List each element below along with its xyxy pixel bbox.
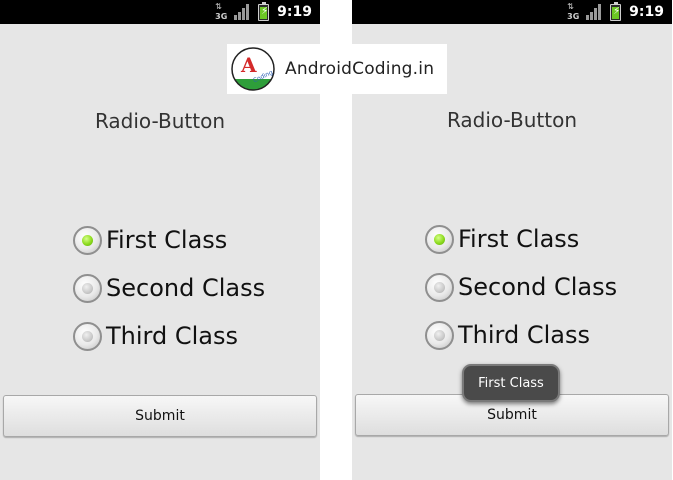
signal-icon: [586, 4, 602, 20]
status-icons: ⇅ 3G ⚡ 9:19: [214, 0, 312, 24]
signal-icon: [234, 4, 250, 20]
radio-option-third-class[interactable]: Third Class: [73, 312, 313, 360]
status-time: 9:19: [629, 4, 664, 20]
status-icons: ⇅ 3G ⚡ 9:19: [566, 0, 664, 24]
radio-button-icon[interactable]: [425, 272, 454, 302]
radio-option-second-class[interactable]: Second Class: [73, 264, 313, 312]
radio-button-checked-icon[interactable]: [73, 225, 102, 255]
radio-option-first-class[interactable]: First Class: [73, 216, 313, 264]
radio-label[interactable]: Third Class: [106, 322, 238, 350]
radio-label[interactable]: First Class: [458, 225, 579, 253]
radio-label[interactable]: Second Class: [458, 273, 617, 301]
page-title: Radio-Button: [446, 108, 578, 132]
radio-button-checked-icon[interactable]: [425, 224, 454, 254]
toast-message: First Class: [462, 364, 560, 402]
watermark: A Coding AndroidCoding.in: [227, 44, 447, 94]
radio-option-second-class[interactable]: Second Class: [425, 263, 665, 311]
watermark-text: AndroidCoding.in: [285, 59, 435, 79]
battery-charging-icon: ⚡: [610, 1, 622, 21]
radio-label[interactable]: Second Class: [106, 274, 265, 302]
radio-label[interactable]: Third Class: [458, 321, 590, 349]
radio-button-icon[interactable]: [73, 321, 102, 351]
androidcoding-logo-icon: A Coding: [231, 47, 275, 91]
battery-charging-icon: ⚡: [258, 1, 270, 21]
network-3g-icon: ⇅ 3G: [215, 2, 228, 21]
radio-button-icon[interactable]: [425, 320, 454, 350]
status-time: 9:19: [277, 4, 312, 20]
radio-group: First Class Second Class Third Class: [425, 215, 665, 359]
radio-group: First Class Second Class Third Class: [73, 216, 313, 360]
status-bar: ⇅ 3G ⚡ 9:19: [352, 0, 672, 24]
radio-button-icon[interactable]: [73, 273, 102, 303]
submit-button[interactable]: Submit: [3, 395, 317, 437]
radio-option-first-class[interactable]: First Class: [425, 215, 665, 263]
radio-option-third-class[interactable]: Third Class: [425, 311, 665, 359]
network-3g-icon: ⇅ 3G: [567, 2, 580, 21]
radio-label[interactable]: First Class: [106, 226, 227, 254]
status-bar: ⇅ 3G ⚡ 9:19: [0, 0, 320, 24]
page-title: Radio-Button: [94, 109, 226, 133]
svg-text:A: A: [240, 53, 257, 77]
